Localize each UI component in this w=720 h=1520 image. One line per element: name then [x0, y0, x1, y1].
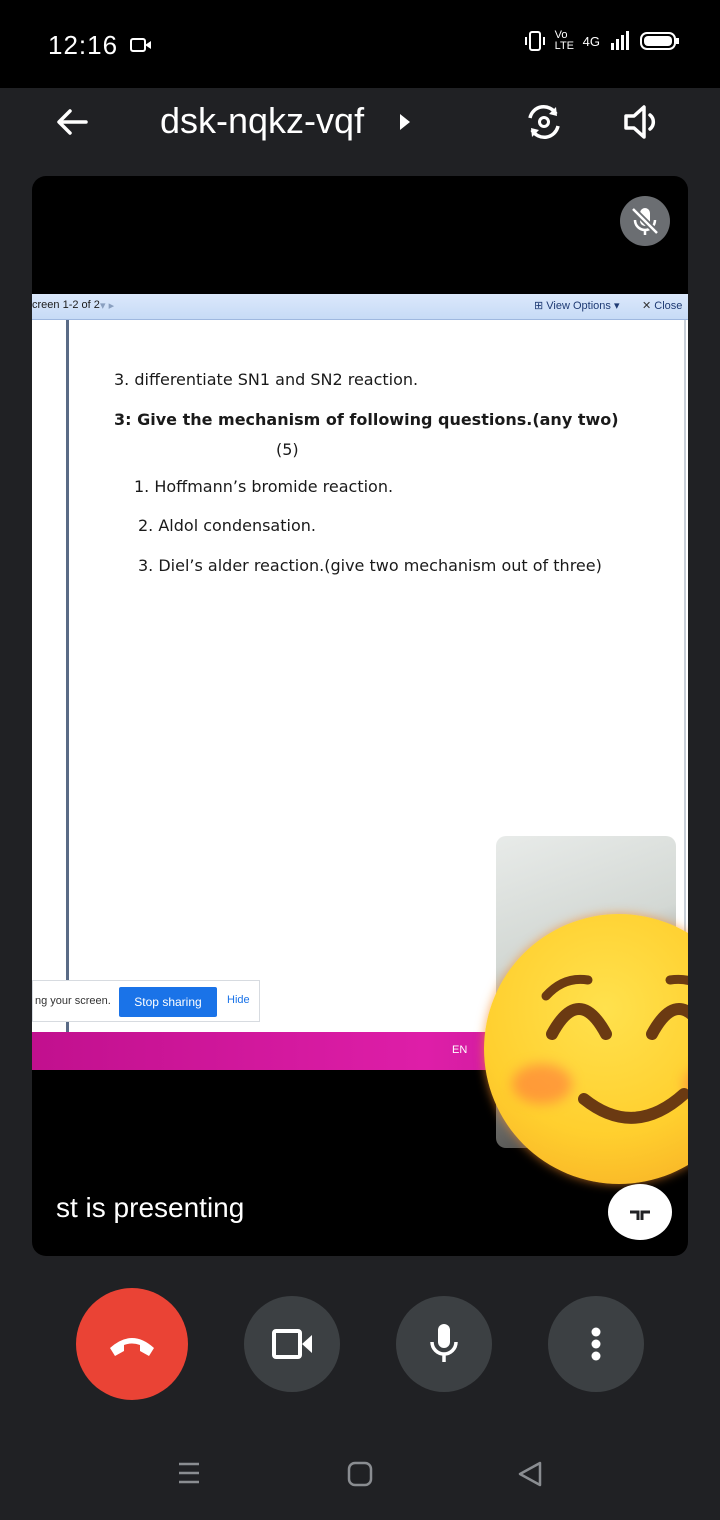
switch-camera-icon[interactable]	[520, 98, 568, 146]
meeting-header: dsk-nqkz-vqf	[0, 88, 720, 158]
view-options-button[interactable]: ⊞ View Options ▾	[534, 299, 619, 312]
collapse-button[interactable]	[608, 1184, 672, 1240]
end-call-button[interactable]	[76, 1288, 188, 1400]
presenting-label: st is presenting	[56, 1192, 245, 1223]
mic-icon	[430, 1324, 458, 1362]
network-label: 4G	[582, 33, 600, 49]
hide-button[interactable]: Hide	[227, 994, 250, 1006]
chevron-right-icon[interactable]	[398, 112, 412, 132]
view-options-label: View Options	[546, 300, 611, 312]
doc-line: 3. Diel’s alder reaction.(give two mecha…	[138, 556, 602, 575]
doc-line: 2. Aldol condensation.	[138, 516, 316, 535]
arrow-left-icon[interactable]	[52, 102, 92, 142]
pager-arrows: ▾ ▸	[100, 300, 115, 312]
more-options-button[interactable]	[548, 1296, 644, 1392]
language-indicator: EN	[452, 1044, 468, 1056]
viewer-close-button[interactable]: ✕ Close	[642, 299, 682, 312]
speaker-icon[interactable]	[618, 98, 666, 146]
video-toggle-button[interactable]	[244, 1296, 340, 1392]
system-navigation-bar	[0, 1420, 720, 1520]
video-camera-icon	[272, 1329, 312, 1359]
doc-line: 1. Hoffmann’s bromide reaction.	[134, 477, 394, 496]
home-icon[interactable]	[346, 1460, 374, 1488]
meeting-code[interactable]: dsk-nqkz-vqf	[160, 100, 364, 142]
viewer-toolbar: creen 1-2 of 2 ▾ ▸ ⊞ View Options ▾ ✕ Cl…	[32, 294, 688, 320]
phone-hangup-icon	[110, 1338, 154, 1356]
sharing-banner: ng your screen. Stop sharing Hide	[32, 980, 260, 1022]
back-icon[interactable]	[516, 1460, 544, 1488]
more-vertical-icon	[591, 1327, 601, 1361]
presentation-stage: creen 1-2 of 2 ▾ ▸ ⊞ View Options ▾ ✕ Cl…	[32, 176, 688, 1256]
screen-record-icon	[130, 38, 151, 52]
page-border-left	[66, 320, 69, 1032]
doc-line: (5)	[276, 440, 299, 459]
volte-label: Vo LTE	[554, 29, 575, 52]
recent-apps-icon[interactable]	[176, 1460, 202, 1486]
close-icon: ✕	[642, 300, 655, 312]
screen-counter: creen 1-2 of 2	[32, 299, 100, 311]
status-icons: Vo LTE 4G	[524, 29, 680, 52]
emoji-features	[541, 974, 688, 1124]
mic-off-icon	[630, 206, 660, 236]
stop-sharing-button[interactable]: Stop sharing	[119, 987, 217, 1017]
view-options-icon: ⊞	[534, 300, 547, 312]
muted-indicator	[620, 196, 670, 246]
signal-icon	[611, 31, 629, 50]
sharing-banner-text: ng your screen.	[35, 995, 111, 1007]
doc-line: 3: Give the mechanism of following quest…	[114, 410, 619, 429]
smiling-emoji-sticker	[484, 914, 688, 1184]
vibrate-icon	[524, 31, 545, 51]
mic-toggle-button[interactable]	[396, 1296, 492, 1392]
collapse-icon	[630, 1210, 650, 1220]
status-time: 12:16	[48, 30, 119, 60]
battery-icon	[640, 32, 679, 50]
status-bar: 12:16 Vo LTE 4G	[0, 0, 720, 88]
doc-line: 3. differentiate SN1 and SN2 reaction.	[114, 370, 419, 389]
viewer-close-label: Close	[654, 300, 683, 312]
call-controls	[0, 1288, 720, 1400]
